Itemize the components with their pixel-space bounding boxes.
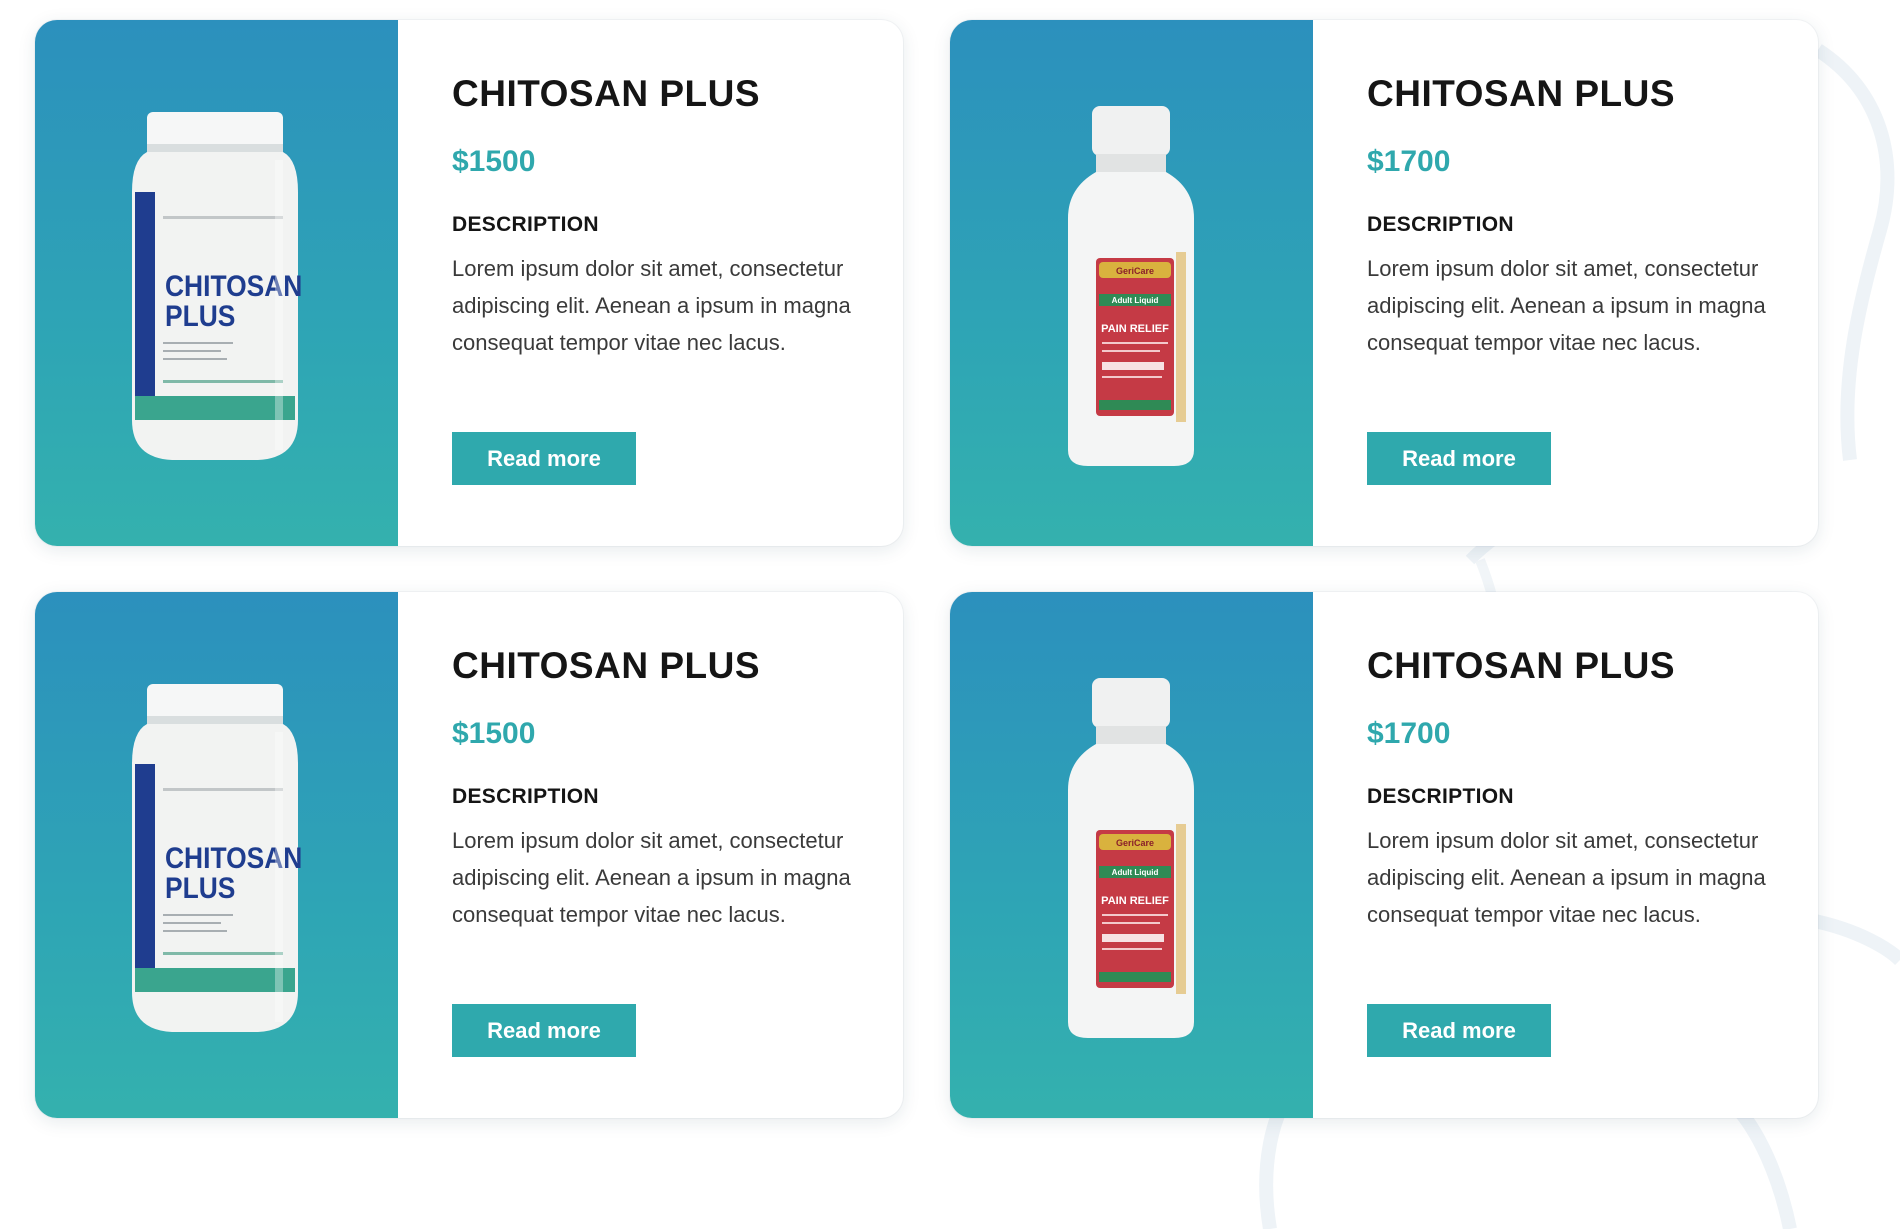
description-heading: DESCRIPTION [452, 785, 599, 808]
product-title: CHITOSAN PLUS [452, 73, 761, 114]
product-card: CHITOSAN PLUS CHITOSAN PLUS $1500 DESCRI… [35, 20, 903, 546]
description-heading: DESCRIPTION [1367, 785, 1514, 808]
product-price: $1700 [1367, 717, 1451, 750]
bottle-brand-text: GeriCare [1116, 838, 1154, 848]
read-more-button[interactable]: Read more [1367, 1004, 1551, 1057]
pain-relief-liquid-bottle-image: GeriCare Adult Liquid PAIN RELIEF [1068, 678, 1194, 1038]
product-image: GeriCare Adult Liquid PAIN RELIEF [950, 20, 1313, 546]
product-image: GeriCare Adult Liquid PAIN RELIEF [950, 592, 1313, 1118]
product-image: CHITOSAN PLUS [35, 20, 398, 546]
product-price: $1500 [452, 145, 536, 178]
bottle-product-text: PAIN RELIEF [1101, 895, 1169, 907]
product-price: $1700 [1367, 145, 1451, 178]
bottle-label-line-2: PLUS [165, 870, 235, 904]
chitosan-plus-bottle-image: CHITOSAN PLUS [132, 684, 302, 1032]
description-heading: DESCRIPTION [1367, 213, 1514, 236]
product-title: CHITOSAN PLUS [1367, 645, 1676, 686]
read-more-button[interactable]: Read more [452, 432, 636, 485]
product-price: $1500 [452, 717, 536, 750]
product-image: CHITOSAN PLUS [35, 592, 398, 1118]
product-description: Lorem ipsum dolor sit amet, consectetur … [1367, 828, 1766, 927]
product-title: CHITOSAN PLUS [452, 645, 761, 686]
product-description: Lorem ipsum dolor sit amet, consectetur … [452, 828, 851, 927]
product-card: GeriCare Adult Liquid PAIN RELIEF CHITOS… [950, 20, 1818, 546]
product-description: Lorem ipsum dolor sit amet, consectetur … [1367, 256, 1766, 355]
read-more-button[interactable]: Read more [1367, 432, 1551, 485]
bottle-subtitle-text: Adult Liquid [1112, 868, 1159, 877]
bottle-label-line-2: PLUS [165, 298, 235, 332]
bottle-subtitle-text: Adult Liquid [1112, 296, 1159, 305]
description-heading: DESCRIPTION [452, 213, 599, 236]
product-card: GeriCare Adult Liquid PAIN RELIEF CHITOS… [950, 592, 1818, 1118]
product-card: CHITOSAN PLUS CHITOSAN PLUS $1500 DESCRI… [35, 592, 903, 1118]
product-title: CHITOSAN PLUS [1367, 73, 1676, 114]
pain-relief-liquid-bottle-image: GeriCare Adult Liquid PAIN RELIEF [1068, 106, 1194, 466]
read-more-button[interactable]: Read more [452, 1004, 636, 1057]
chitosan-plus-bottle-image: CHITOSAN PLUS [132, 112, 302, 460]
bottle-brand-text: GeriCare [1116, 266, 1154, 276]
product-description: Lorem ipsum dolor sit amet, consectetur … [452, 256, 851, 355]
bottle-product-text: PAIN RELIEF [1101, 323, 1169, 335]
